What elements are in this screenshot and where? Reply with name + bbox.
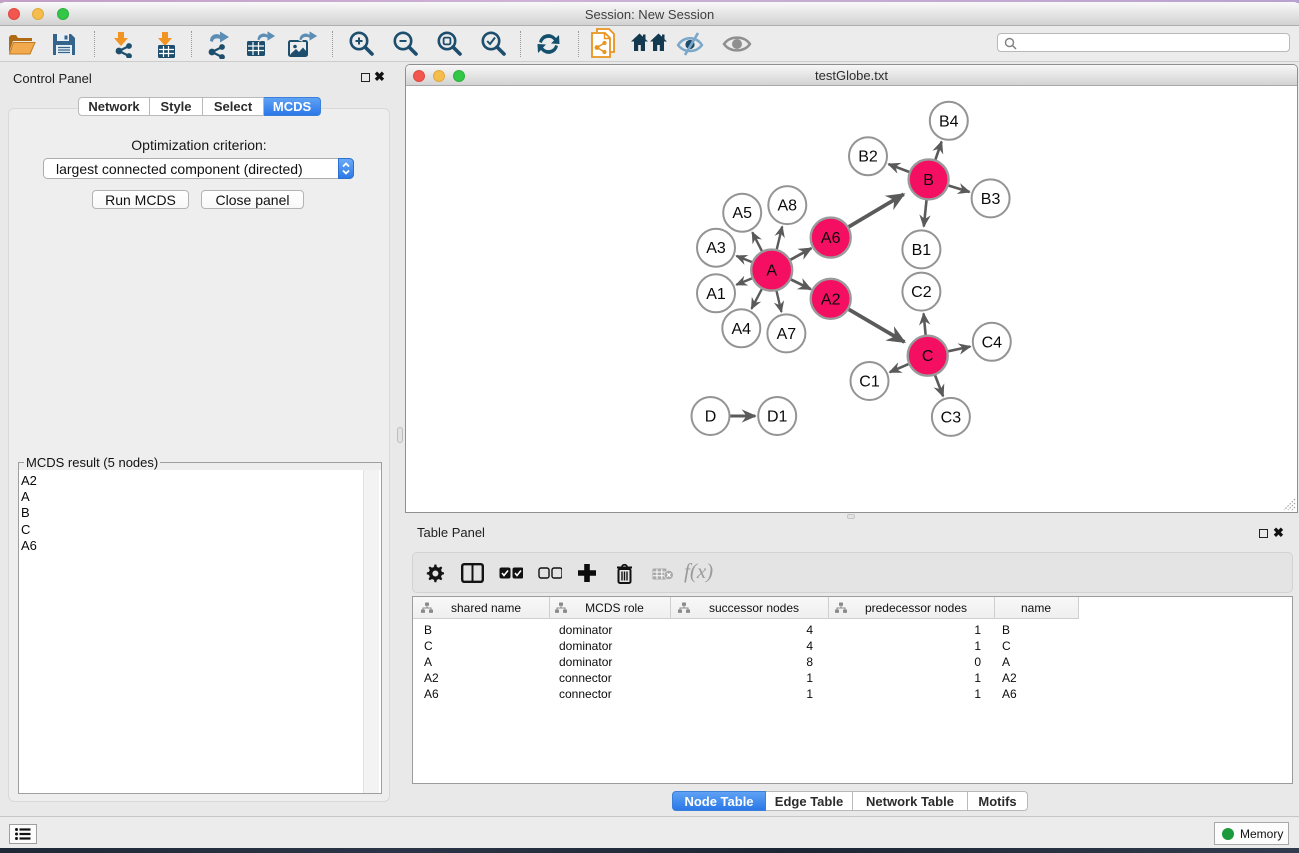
svg-text:A8: A8	[778, 198, 798, 215]
svg-text:A5: A5	[732, 205, 752, 222]
svg-text:C: C	[922, 348, 934, 365]
svg-text:A2: A2	[821, 291, 841, 308]
svg-text:A4: A4	[732, 321, 752, 338]
svg-text:A7: A7	[777, 326, 797, 343]
svg-text:C1: C1	[859, 374, 880, 391]
svg-text:B2: B2	[858, 149, 878, 166]
svg-text:B3: B3	[981, 191, 1001, 208]
svg-text:C4: C4	[982, 334, 1003, 351]
svg-text:A1: A1	[706, 286, 726, 303]
svg-text:B: B	[923, 172, 934, 189]
svg-text:A3: A3	[706, 240, 726, 257]
svg-text:C3: C3	[941, 409, 962, 426]
svg-text:C2: C2	[911, 284, 932, 301]
svg-text:A: A	[766, 263, 777, 280]
svg-text:A6: A6	[821, 230, 841, 247]
svg-text:B4: B4	[939, 113, 959, 130]
svg-text:B1: B1	[912, 242, 932, 259]
svg-text:D1: D1	[767, 409, 788, 426]
svg-text:D: D	[705, 409, 717, 426]
